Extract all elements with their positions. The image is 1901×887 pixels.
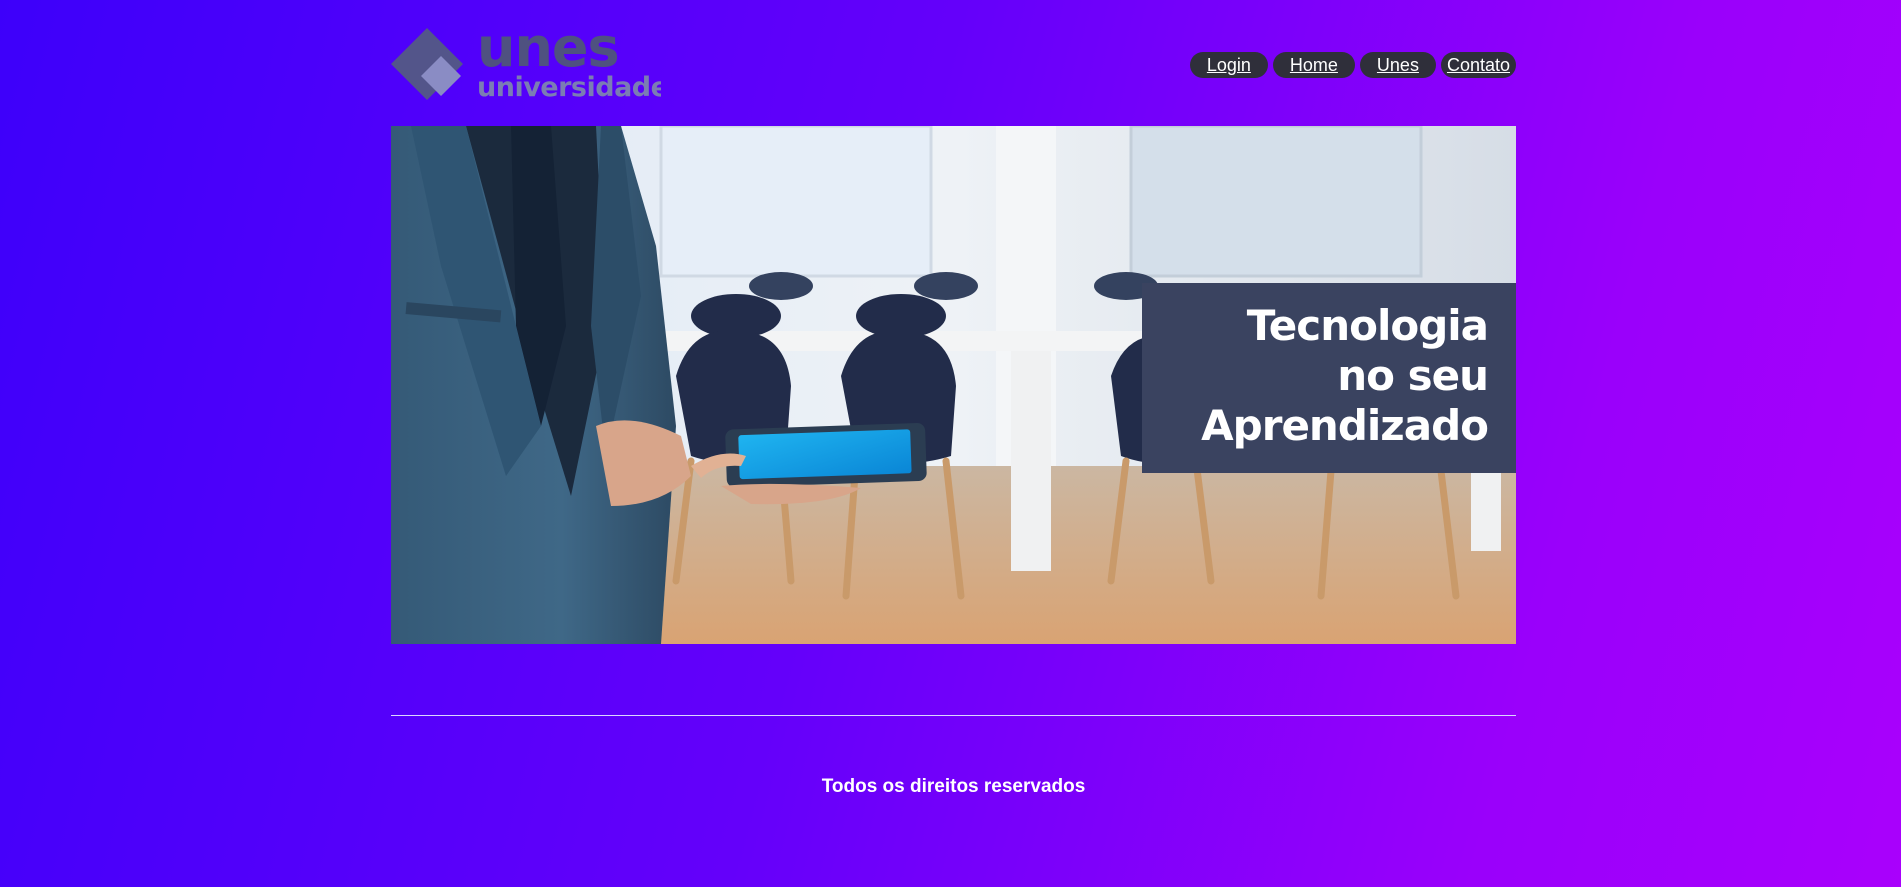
nav-contato-link[interactable]: Contato xyxy=(1440,52,1516,78)
logo-subtitle: universidade xyxy=(477,72,661,102)
banner-caption-line1: Tecnologia xyxy=(1246,301,1489,350)
banner-caption: Tecnologia no seu Aprendizado xyxy=(1142,283,1516,473)
nav-unes-link[interactable]: Unes xyxy=(1359,52,1436,78)
footer-copyright: Todos os direitos reservados xyxy=(821,776,1086,797)
page-container: unes universidade Login Home Unes Contat… xyxy=(391,0,1516,797)
banner-caption-line2: no seu xyxy=(1337,351,1489,400)
hero-banner: Tecnologia no seu Aprendizado xyxy=(391,126,1516,644)
banner-caption-line3: Aprendizado xyxy=(1201,401,1489,450)
nav-home-link[interactable]: Home xyxy=(1272,52,1355,78)
unes-logo[interactable]: unes universidade xyxy=(391,26,661,102)
logo-diamond-icon xyxy=(391,28,463,100)
main-nav: Login Home Unes Contato xyxy=(1189,52,1516,78)
nav-login-link[interactable]: Login xyxy=(1189,52,1268,78)
footer-divider xyxy=(391,715,1516,716)
site-header: unes universidade Login Home Unes Contat… xyxy=(391,0,1516,126)
